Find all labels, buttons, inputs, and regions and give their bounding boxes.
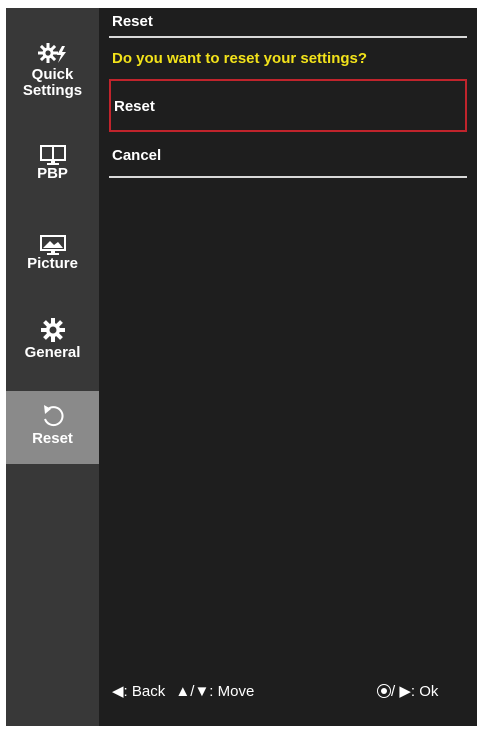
sidebar-item-label: Picture: [27, 255, 78, 272]
sidebar-item-label: Reset: [32, 430, 73, 447]
sidebar-item-general[interactable]: General: [6, 317, 99, 361]
sidebar-item-reset[interactable]: Reset: [6, 391, 99, 464]
options-divider: [109, 176, 467, 178]
reset-arrow-icon: [43, 405, 63, 427]
up-arrow-icon: ▲: [175, 683, 191, 700]
sidebar-item-pbp[interactable]: PBP: [6, 144, 99, 182]
ok-hint: : Ok: [410, 683, 439, 700]
cancel-option-label: Cancel: [112, 147, 162, 164]
cancel-option[interactable]: Cancel: [109, 147, 467, 164]
reset-panel: Reset Do you want to reset your settings…: [99, 8, 477, 726]
left-arrow-icon: ◀: [112, 683, 124, 700]
pbp-monitor-icon: [39, 145, 66, 165]
move-hint: : Move: [209, 683, 255, 700]
sidebar-item-label: Quick: [31, 66, 74, 83]
sidebar-item-label: Settings: [22, 82, 83, 99]
back-hint: : Back: [123, 683, 166, 700]
reset-option[interactable]: Reset: [109, 79, 467, 132]
right-arrow-icon: ▶: [399, 683, 411, 700]
picture-monitor-icon: [39, 235, 66, 255]
monitor-osd-menu: Quick Settings PBP Picture General Reset…: [6, 8, 477, 726]
gear-icon: [40, 318, 65, 342]
footer-navigation-hint: ◀: Back ▲/▼: Move: [112, 683, 255, 700]
down-arrow-icon: ▼: [194, 683, 210, 700]
title-divider: [109, 36, 467, 38]
footer-ok-hint: / ▶: Ok: [377, 682, 438, 700]
sidebar: Quick Settings PBP Picture General Reset: [6, 8, 99, 726]
ok-separator: /: [391, 683, 396, 700]
reset-confirmation-question: Do you want to reset your settings?: [112, 50, 368, 67]
quick-settings-gear-bolt-icon: [37, 43, 66, 63]
sidebar-item-quick-settings[interactable]: Quick Settings: [6, 42, 99, 99]
sidebar-item-picture[interactable]: Picture: [6, 234, 99, 272]
page-title: Reset: [112, 13, 153, 30]
sidebar-item-label: General: [24, 344, 81, 361]
sidebar-item-label: PBP: [37, 165, 68, 182]
joystick-button-icon: [377, 684, 391, 698]
reset-option-label: Reset: [114, 98, 155, 115]
